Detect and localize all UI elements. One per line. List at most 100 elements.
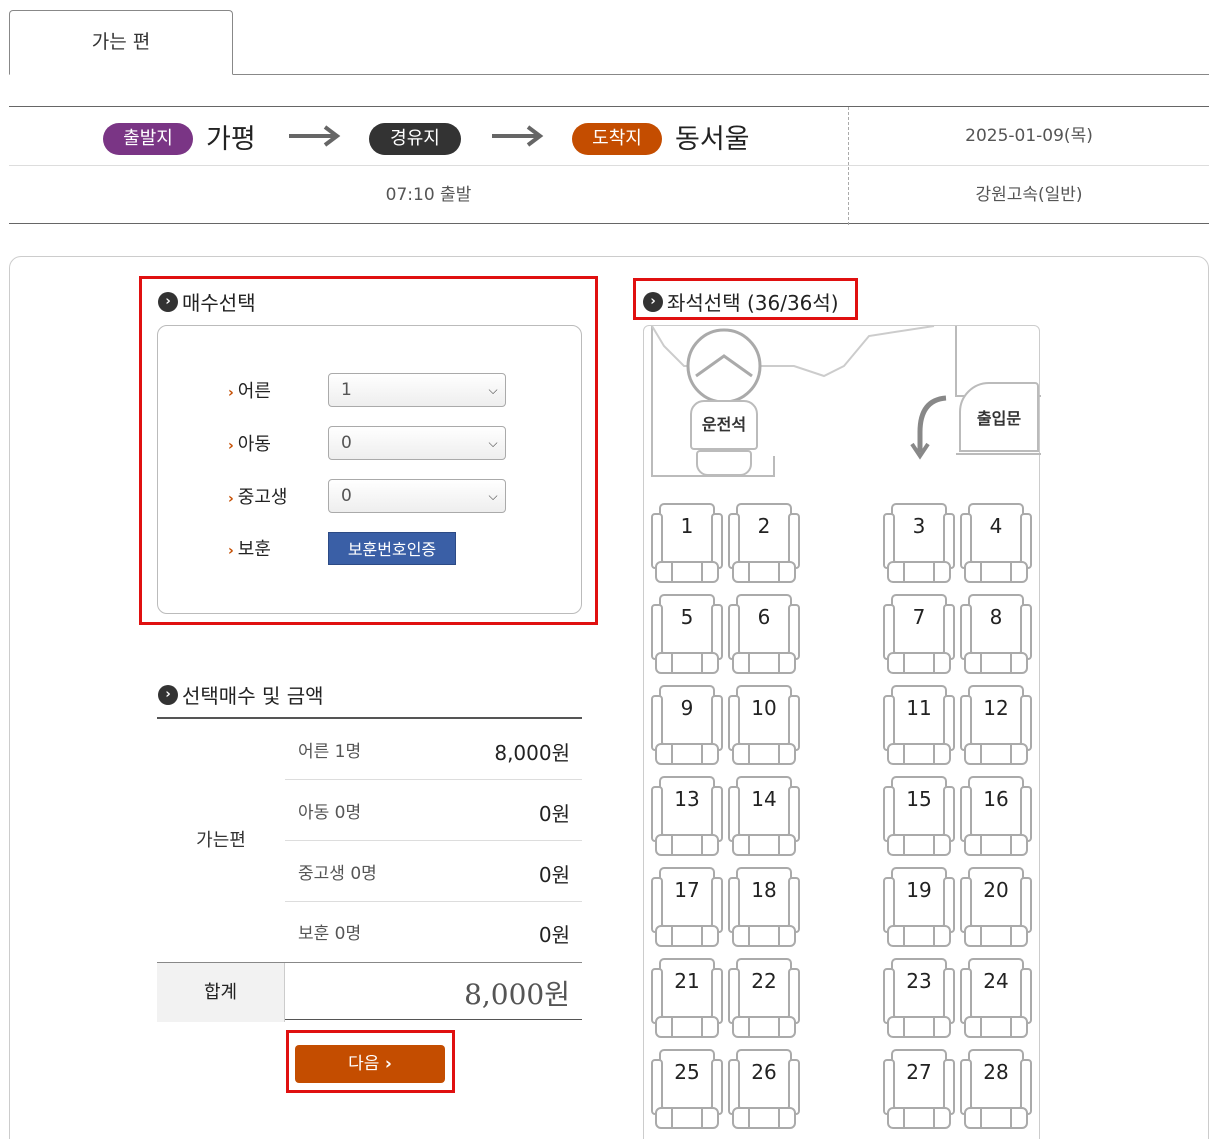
seat-number: 26 [751, 1060, 777, 1084]
quantity-title: › 매수선택 [158, 287, 256, 316]
arrow-down-icon [910, 395, 947, 460]
seat-19[interactable]: 19 [882, 864, 956, 948]
summary-line-label: 보훈 0명 [298, 924, 362, 944]
seat-16[interactable]: 16 [959, 773, 1033, 857]
seat-number: 21 [674, 969, 700, 993]
seat-21[interactable]: 21 [650, 955, 724, 1039]
seat-24[interactable]: 24 [959, 955, 1033, 1039]
seat-number: 19 [906, 878, 932, 902]
child-select[interactable]: 0 ⌵ [328, 426, 506, 460]
qty-label: › 보훈 [228, 539, 271, 560]
seat-number: 13 [674, 787, 700, 811]
summary-total: 합계 8,000원 [157, 962, 582, 1022]
summary-table: 가는편 어른 1명 8,000원 아동 0명 0원 중고생 0명 0원 보훈 0… [157, 717, 582, 1022]
seat-18[interactable]: 18 [727, 864, 801, 948]
adult-select[interactable]: 1 ⌵ [328, 373, 506, 407]
seat-number: 15 [906, 787, 932, 811]
seat-number: 7 [912, 605, 926, 629]
bus-layout: 운전석 출입문 1 2 3 4 5 6 7 8 9 10 11 12 13 14 15 16 17 18 19 20 2… [643, 325, 1041, 1139]
seat-number: 10 [751, 696, 777, 720]
route-info: 출발지 가평 경유지 도착지 동서울 2025-01-09(목) 07:10 출… [9, 106, 1209, 225]
seat-11[interactable]: 11 [882, 682, 956, 766]
chevron-down-icon: ⌵ [488, 383, 498, 397]
seat-number: 17 [674, 878, 700, 902]
seat-1[interactable]: 1 [650, 500, 724, 584]
total-amount: 8,000원 [464, 978, 570, 1011]
seat-4[interactable]: 4 [959, 500, 1033, 584]
seat-number: 5 [680, 605, 694, 629]
seat-23[interactable]: 23 [882, 955, 956, 1039]
seat-9[interactable]: 9 [650, 682, 724, 766]
bus-company: 강원고속(일반) [975, 185, 1083, 205]
summary-title-text: 선택매수 및 금액 [182, 684, 324, 708]
seat-12[interactable]: 12 [959, 682, 1033, 766]
tab-bar: 가는 편 [9, 10, 1209, 75]
summary-line-label: 아동 0명 [298, 803, 362, 823]
seat-number: 6 [757, 605, 771, 629]
seat-number: 28 [983, 1060, 1009, 1084]
seat-26[interactable]: 26 [727, 1046, 801, 1130]
student-select[interactable]: 0 ⌵ [328, 479, 506, 513]
seat-7[interactable]: 7 [882, 591, 956, 675]
departure-place: 가평 [206, 124, 256, 155]
seat-number: 2 [757, 514, 771, 538]
seat-5[interactable]: 5 [650, 591, 724, 675]
seat-22[interactable]: 22 [727, 955, 801, 1039]
quantity-title-text: 매수선택 [182, 291, 256, 315]
seat-number: 9 [680, 696, 694, 720]
summary-route-label: 가는편 [196, 830, 246, 851]
seat-number: 20 [983, 878, 1009, 902]
arrow-right-icon [492, 125, 544, 147]
summary-title: › 선택매수 및 금액 [158, 680, 324, 709]
seat-number: 14 [751, 787, 777, 811]
seat-title: › 좌석선택 (36/36석) [643, 287, 839, 316]
summary-line: 보훈 0명 0원 [285, 901, 582, 962]
qty-label: › 어른 [228, 381, 271, 402]
summary-line-amount: 0원 [538, 802, 570, 826]
seat-number: 24 [983, 969, 1009, 993]
door: 출입문 [959, 382, 1039, 452]
seat-14[interactable]: 14 [727, 773, 801, 857]
summary-line-amount: 0원 [538, 863, 570, 887]
summary-line: 중고생 0명 0원 [285, 841, 582, 902]
veteran-verify-button[interactable]: 보훈번호인증 [328, 532, 456, 565]
seat-6[interactable]: 6 [727, 591, 801, 675]
seat-10[interactable]: 10 [727, 682, 801, 766]
chevron-down-icon: ⌵ [488, 436, 498, 450]
summary-line-amount: 0원 [538, 923, 570, 947]
seat-number: 3 [912, 514, 926, 538]
seat-25[interactable]: 25 [650, 1046, 724, 1130]
departure-time: 07:10 출발 [385, 185, 472, 205]
arrow-right-icon [289, 125, 341, 147]
seat-3[interactable]: 3 [882, 500, 956, 584]
qty-label: › 중고생 [228, 487, 288, 508]
seat-number: 23 [906, 969, 932, 993]
seat-28[interactable]: 28 [959, 1046, 1033, 1130]
seat-number: 18 [751, 878, 777, 902]
quantity-box: › 어른 1 ⌵ › 아동 0 ⌵ › 중고생 0 ⌵ › 보훈 보훈번호인증 [157, 325, 582, 614]
seat-number: 16 [983, 787, 1009, 811]
via-badge: 경유지 [369, 123, 461, 155]
seat-2[interactable]: 2 [727, 500, 801, 584]
arrival-badge: 도착지 [572, 123, 662, 155]
tab-outbound[interactable]: 가는 편 [9, 10, 233, 75]
seat-13[interactable]: 13 [650, 773, 724, 857]
chevron-right-icon: › [228, 543, 234, 559]
seat-title-text: 좌석선택 (36/36석) [667, 291, 839, 315]
seat-number: 27 [906, 1060, 932, 1084]
chevron-circle-icon: › [643, 291, 663, 312]
next-button[interactable]: 다음 › [295, 1045, 445, 1083]
seat-8[interactable]: 8 [959, 591, 1033, 675]
qty-row-student: › 중고생 [228, 479, 328, 513]
chevron-right-icon: › [228, 438, 234, 454]
seat-number: 12 [983, 696, 1009, 720]
seat-15[interactable]: 15 [882, 773, 956, 857]
seat-17[interactable]: 17 [650, 864, 724, 948]
summary-line-label: 중고생 0명 [298, 864, 377, 884]
seat-27[interactable]: 27 [882, 1046, 956, 1130]
seat-number: 22 [751, 969, 777, 993]
qty-row-adult: › 어른 [228, 373, 328, 407]
seat-20[interactable]: 20 [959, 864, 1033, 948]
seat-number: 1 [680, 514, 694, 538]
travel-date: 2025-01-09(목) [965, 126, 1093, 146]
